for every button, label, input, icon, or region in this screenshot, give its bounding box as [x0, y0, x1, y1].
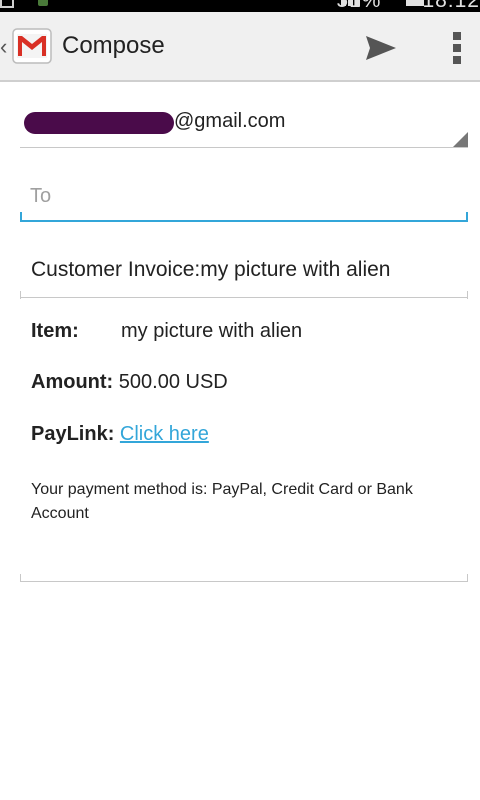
- app-notification-icon: [38, 0, 48, 6]
- compose-body[interactable]: Item: my picture with alien Amount: 500.0…: [20, 316, 468, 582]
- item-label: Item:: [31, 320, 79, 342]
- status-bar: 51% 18:12: [0, 0, 480, 12]
- amount-label: Amount:: [31, 371, 114, 393]
- paylink-label: PayLink:: [31, 423, 115, 445]
- gmail-logo[interactable]: [12, 28, 52, 64]
- from-account-spinner[interactable]: @gmail.com: [20, 106, 468, 148]
- spinner-triangle-icon: [453, 132, 468, 147]
- send-icon[interactable]: [360, 30, 400, 66]
- body-paylink-line: PayLink: Click here: [31, 423, 209, 446]
- clock: 18:12: [422, 0, 480, 12]
- redacted-username: [24, 112, 174, 134]
- to-underline-left-tick: [20, 212, 22, 222]
- subject-underline-left-tick: [20, 291, 21, 299]
- action-bar-title: Compose: [62, 32, 165, 59]
- amount-value: 500.00 USD: [118, 371, 228, 393]
- body-underline: [20, 581, 468, 582]
- up-caret-icon[interactable]: ‹: [0, 36, 7, 58]
- action-bar: ‹ Compose: [0, 12, 480, 82]
- overflow-menu-icon[interactable]: [445, 28, 469, 68]
- to-field[interactable]: [20, 172, 468, 222]
- subject-underline-right-tick: [467, 291, 468, 299]
- body-item-line: Item: my picture with alien: [31, 320, 302, 343]
- image-notification-icon: [0, 0, 14, 8]
- body-underline-left-tick: [20, 574, 21, 582]
- body-amount-line: Amount: 500.00 USD: [31, 371, 228, 394]
- status-readout: 51% 18:12: [336, 0, 480, 12]
- from-domain: @gmail.com: [174, 110, 286, 132]
- subject-field[interactable]: Customer Invoice:my picture with alien: [20, 250, 468, 298]
- from-underline: [20, 147, 468, 148]
- battery-percent: 51%: [336, 0, 382, 12]
- item-value: my picture with alien: [121, 320, 303, 342]
- body-underline-right-tick: [467, 574, 468, 582]
- payment-method-text: Your payment method is: PayPal, Credit C…: [31, 481, 413, 522]
- to-underline-right-tick: [466, 212, 468, 222]
- paylink-link[interactable]: Click here: [120, 423, 209, 445]
